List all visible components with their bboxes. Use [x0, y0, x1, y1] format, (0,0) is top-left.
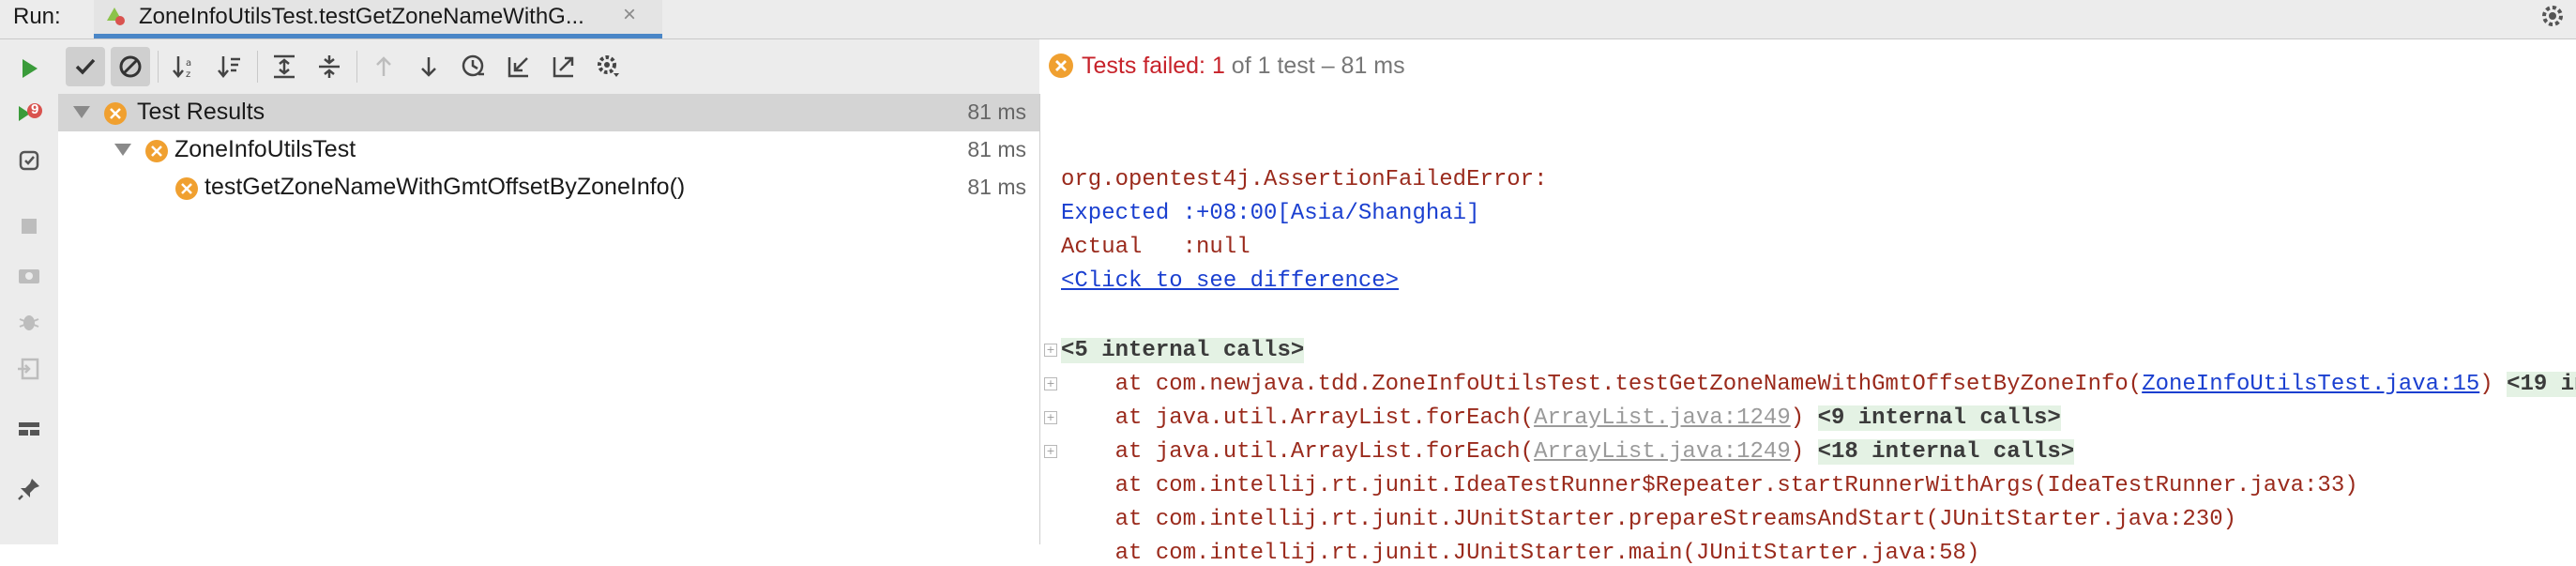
close-tab-icon[interactable]: ×: [623, 2, 636, 28]
fold-expand-icon[interactable]: +: [1044, 445, 1057, 458]
gear-icon[interactable]: [2538, 2, 2567, 30]
fold-expand-icon[interactable]: +: [1044, 377, 1057, 390]
test-failed-icon: [145, 140, 168, 162]
sort-alphabetically-button[interactable]: az: [165, 47, 205, 86]
console-line: at java.util.ArrayList.forEach(ArrayList…: [1061, 439, 2075, 465]
fold-expand-icon[interactable]: +: [1044, 411, 1057, 424]
collapse-all-icon: [319, 55, 340, 78]
internal-calls-folded[interactable]: <9 internal calls>: [1817, 405, 2061, 431]
rerun-failed-icon[interactable]: [15, 99, 43, 128]
toolbar-separator: [257, 51, 258, 83]
run-label: Run:: [13, 4, 61, 29]
test-settings-button[interactable]: [589, 47, 629, 86]
collapse-all-button[interactable]: [310, 47, 349, 86]
tree-row-test-class[interactable]: ZoneInfoUtilsTest 81 ms: [58, 131, 1039, 169]
tree-row-duration: 81 ms: [967, 99, 1026, 124]
internal-calls-folded[interactable]: <19 inte: [2507, 372, 2576, 397]
toggle-auto-test-icon[interactable]: [15, 146, 43, 175]
import-tests-button[interactable]: [499, 47, 538, 86]
test-results-tree: Test Results 81 ms ZoneInfoUtilsTest 81 …: [58, 94, 1040, 544]
fold-expand-icon[interactable]: +: [1044, 344, 1057, 357]
console-line: Actual :null: [1061, 235, 1250, 260]
sort-duration-icon: [218, 56, 240, 78]
console-line: at com.intellij.rt.junit.IdeaTestRunner$…: [1061, 473, 2358, 498]
console-line: org.opentest4j.AssertionFailedError:: [1061, 167, 1561, 192]
settings-icon: [598, 55, 619, 77]
tree-row-test-method[interactable]: testGetZoneNameWithGmtOffsetByZoneInfo()…: [58, 169, 1039, 207]
collapse-arrow-icon[interactable]: [73, 106, 90, 118]
exit-icon[interactable]: [15, 355, 43, 383]
show-passed-button[interactable]: [66, 47, 105, 86]
arrow-down-icon: [421, 57, 436, 77]
library-source-link[interactable]: ArrayList.java:1249: [1534, 405, 1791, 431]
console-line: at com.intellij.rt.junit.JUnitStarter.pr…: [1061, 507, 2237, 532]
svg-text:z: z: [186, 69, 190, 80]
toolbar-separator: [356, 51, 357, 83]
history-icon: [462, 54, 484, 77]
test-history-button[interactable]: [454, 47, 493, 86]
sort-alpha-icon: az: [173, 56, 191, 80]
tree-row-duration: 81 ms: [967, 175, 1026, 199]
run-tab-title[interactable]: ZoneInfoUtilsTest.testGetZoneNameWithG..…: [139, 4, 584, 30]
console-line: Expected :+08:00[Asia/Shanghai]: [1061, 201, 1480, 226]
next-failed-button[interactable]: [409, 47, 448, 86]
camera-icon[interactable]: [15, 261, 43, 289]
console-line: at java.util.ArrayList.forEach(ArrayList…: [1061, 405, 2061, 431]
source-link[interactable]: ZoneInfoUtilsTest.java:15: [2142, 372, 2479, 397]
status-detail: of 1 test – 81 ms: [1224, 53, 1405, 79]
tree-row-label: ZoneInfoUtilsTest: [174, 136, 356, 162]
svg-text:a: a: [186, 58, 191, 69]
library-source-link[interactable]: ArrayList.java:1249: [1534, 439, 1791, 465]
expand-all-button[interactable]: [265, 47, 304, 86]
test-output-panel: Tests failed: 1 of 1 test – 81 ms org.op…: [1040, 39, 2576, 566]
test-failed-icon: [175, 177, 198, 200]
import-icon: [508, 57, 528, 78]
ignored-icon: [119, 55, 142, 78]
toolbar-separator: [158, 51, 159, 83]
console-line: at com.newjava.tdd.ZoneInfoUtilsTest.tes…: [1061, 372, 2576, 397]
tree-row-label: testGetZoneNameWithGmtOffsetByZoneInfo(): [205, 174, 686, 200]
expand-all-icon: [274, 54, 295, 79]
console-line: at com.intellij.rt.junit.JUnitStarter.ma…: [1061, 541, 1980, 566]
bug-icon[interactable]: [15, 308, 43, 336]
show-ignored-button[interactable]: [111, 47, 150, 86]
test-failed-icon: [104, 102, 127, 125]
tree-row-test-results[interactable]: Test Results 81 ms: [58, 94, 1039, 131]
tree-row-label: Test Results: [137, 99, 265, 125]
stop-icon[interactable]: [15, 212, 43, 240]
internal-calls-folded[interactable]: <5 internal calls>: [1061, 338, 1305, 363]
internal-calls-folded[interactable]: <18 internal calls>: [1817, 439, 2075, 465]
previous-failed-button[interactable]: [364, 47, 403, 86]
checkmark-icon: [75, 58, 96, 75]
see-difference-link[interactable]: <Click to see difference>: [1061, 268, 1399, 294]
failed-count-label: Tests failed: 1: [1082, 53, 1225, 79]
run-tool-window-header: Run: ZoneInfoUtilsTest.testGetZoneNameWi…: [0, 0, 2576, 39]
sort-by-duration-button[interactable]: [210, 47, 250, 86]
collapse-arrow-icon[interactable]: [114, 144, 131, 156]
export-icon: [553, 56, 574, 78]
tree-row-duration: 81 ms: [967, 137, 1026, 161]
test-runner-toolbar: az: [58, 39, 1039, 94]
arrow-up-icon: [376, 56, 391, 76]
active-tab-indicator: [94, 34, 662, 38]
test-failed-icon: [1049, 54, 1073, 78]
rerun-icon[interactable]: [15, 54, 43, 83]
test-status-summary: Tests failed: 1 of 1 test – 81 ms: [1082, 53, 1405, 80]
export-tests-button[interactable]: [544, 47, 583, 86]
left-action-strip: 9: [0, 39, 59, 544]
rerun-failed-badge: 9: [31, 101, 39, 117]
pin-icon[interactable]: [15, 475, 43, 503]
android-test-icon: [107, 8, 125, 25]
layout-icon[interactable]: [15, 415, 43, 443]
